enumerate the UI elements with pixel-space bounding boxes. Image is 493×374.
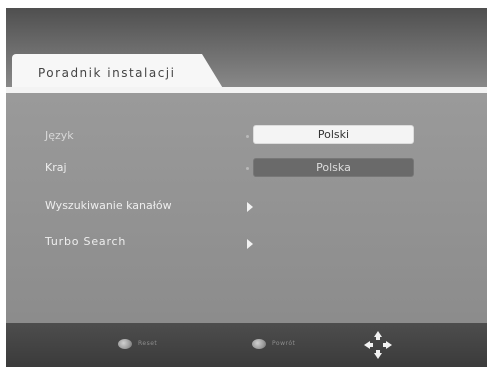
language-selector[interactable]: Polski: [253, 125, 414, 144]
back-hint-label: Powrót: [272, 340, 296, 347]
reset-hint-label: Reset: [138, 340, 158, 347]
dpad-navigation-icon: [364, 331, 392, 359]
play-arrow-icon[interactable]: [247, 239, 253, 249]
country-selector[interactable]: Polska: [253, 158, 414, 177]
country-label: Kraj: [45, 161, 67, 174]
row-separator-dot: [246, 135, 249, 138]
channel-search-label: Wyszukiwanie kanałów: [45, 199, 172, 212]
tab-title: Poradnik instalacji: [38, 66, 176, 80]
installation-guide-screen: Poradnik instalacji Język Polski Kraj Po…: [6, 8, 487, 367]
green-button-icon[interactable]: [252, 339, 266, 349]
play-arrow-icon[interactable]: [247, 202, 253, 212]
red-button-icon[interactable]: [118, 339, 132, 349]
footer-bar: Reset Powrót: [6, 323, 487, 367]
language-label: Język: [45, 129, 74, 142]
turbo-search-label: Turbo Search: [45, 235, 127, 248]
settings-panel: Język Polski Kraj Polska Wyszukiwanie ka…: [6, 93, 487, 323]
tab-installation-guide: Poradnik instalacji: [12, 54, 224, 90]
row-separator-dot: [246, 167, 249, 170]
